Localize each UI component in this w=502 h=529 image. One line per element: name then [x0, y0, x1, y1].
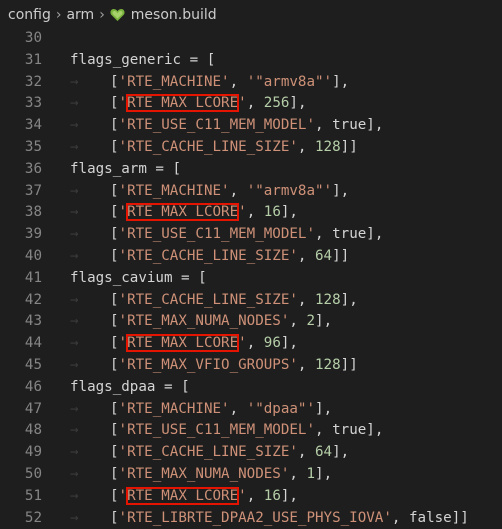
code-line[interactable]: 52 → ['RTE_LIBRTE_DPAA2_USE_PHYS_IOVA', fa… — [0, 508, 502, 529]
line-number: 43 — [24, 313, 42, 330]
line-number: 31 — [24, 51, 42, 68]
code-text: ['RTE_CACHE_LINE_SIZE', 128]] — [110, 138, 358, 155]
breadcrumb-file[interactable]: meson.build — [131, 7, 217, 23]
code-line[interactable]: 30 — [0, 28, 502, 50]
code-text: ['RTE_MAX_NUMA_NODES', 2], — [110, 313, 333, 330]
code-line[interactable]: 37 → ['RTE_MACHINE', '"armv8a"'], — [0, 181, 502, 203]
code-line[interactable]: 50 → ['RTE_MAX_NUMA_NODES', 1], — [0, 464, 502, 486]
tab-indent-icon: → — [70, 356, 79, 373]
tab-indent-icon: → — [70, 95, 79, 112]
code-line[interactable]: 47 → ['RTE_MACHINE', '"dpaa"'], — [0, 399, 502, 421]
code-line[interactable]: 34 → ['RTE_USE_C11_MEM_MODEL', true], — [0, 115, 502, 137]
code-text: flags_generic = [ — [70, 51, 216, 68]
code-line[interactable]: 46 flags_dpaa = [ — [0, 377, 502, 399]
code-text: ['RTE_MAX_VFIO_GROUPS', 128]] — [110, 356, 358, 373]
code-text: ['RTE_MACHINE', '"armv8a"'], — [110, 73, 350, 90]
line-number: 51 — [24, 487, 42, 504]
code-line[interactable]: 35 → ['RTE_CACHE_LINE_SIZE', 128]] — [0, 137, 502, 159]
line-number: 45 — [24, 356, 42, 373]
code-text: flags_cavium = [ — [70, 269, 207, 286]
tab-indent-icon: → — [70, 226, 79, 243]
tab-indent-icon: → — [70, 247, 79, 264]
line-number: 46 — [24, 378, 42, 395]
line-number: 38 — [24, 204, 42, 221]
line-number: 34 — [24, 117, 42, 134]
code-text: ['RTE_CACHE_LINE_SIZE', 128], — [110, 291, 358, 308]
tab-indent-icon: → — [70, 204, 79, 221]
tab-indent-icon: → — [70, 487, 79, 504]
line-number: 41 — [24, 269, 42, 286]
breadcrumb: config › arm › meson.build — [0, 0, 502, 30]
tab-indent-icon: → — [70, 444, 79, 461]
meson-heart-icon — [110, 8, 125, 22]
code-line[interactable]: 41 flags_cavium = [ — [0, 268, 502, 290]
tab-indent-icon: → — [70, 291, 79, 308]
code-text: flags_arm = [ — [70, 160, 182, 177]
line-number: 32 — [24, 73, 42, 90]
line-number: 35 — [24, 138, 42, 155]
tab-indent-icon: → — [70, 422, 79, 439]
line-number: 49 — [24, 444, 42, 461]
tab-indent-icon: → — [70, 138, 79, 155]
highlight-box: RTE_MAX_LCORE — [126, 203, 240, 222]
code-text: ['RTE_CACHE_LINE_SIZE', 64]] — [110, 247, 350, 264]
line-number: 37 — [24, 182, 42, 199]
code-text: ['RTE_MAX_LCORE', 16], — [110, 486, 298, 505]
tab-indent-icon: → — [70, 509, 79, 526]
code-line[interactable]: 38 → ['RTE_MAX_LCORE', 16], — [0, 202, 502, 224]
line-number: 36 — [24, 160, 42, 177]
code-line[interactable]: 39 → ['RTE_USE_C11_MEM_MODEL', true], — [0, 224, 502, 246]
code-line[interactable]: 44 → ['RTE_MAX_LCORE', 96], — [0, 333, 502, 355]
line-number: 30 — [24, 30, 42, 46]
code-line[interactable]: 49 → ['RTE_CACHE_LINE_SIZE', 64], — [0, 442, 502, 464]
code-line[interactable]: 45 → ['RTE_MAX_VFIO_GROUPS', 128]] — [0, 355, 502, 377]
code-line[interactable]: 43 → ['RTE_MAX_NUMA_NODES', 2], — [0, 311, 502, 333]
tab-indent-icon: → — [70, 117, 79, 134]
tab-indent-icon: → — [70, 400, 79, 417]
code-line[interactable]: 40 → ['RTE_CACHE_LINE_SIZE', 64]] — [0, 246, 502, 268]
tab-indent-icon: → — [70, 335, 79, 352]
breadcrumb-arm[interactable]: arm — [66, 7, 94, 23]
code-line[interactable]: 48 → ['RTE_USE_C11_MEM_MODEL', true], — [0, 420, 502, 442]
line-number: 47 — [24, 400, 42, 417]
code-text: ['RTE_USE_C11_MEM_MODEL', true], — [110, 226, 384, 243]
line-number: 40 — [24, 247, 42, 264]
code-text: ['RTE_CACHE_LINE_SIZE', 64], — [110, 444, 350, 461]
code-line[interactable]: 51 → ['RTE_MAX_LCORE', 16], — [0, 486, 502, 508]
code-text: ['RTE_MAX_LCORE', 256], — [110, 94, 307, 113]
code-text: ['RTE_LIBRTE_DPAA2_USE_PHYS_IOVA', false… — [110, 509, 469, 526]
code-line[interactable]: 32 → ['RTE_MACHINE', '"armv8a"'], — [0, 72, 502, 94]
code-text: ['RTE_USE_C11_MEM_MODEL', true], — [110, 422, 384, 439]
line-number: 52 — [24, 509, 42, 526]
line-number: 50 — [24, 465, 42, 482]
code-text: ['RTE_USE_C11_MEM_MODEL', true], — [110, 117, 384, 134]
tab-indent-icon: → — [70, 182, 79, 199]
highlight-box: RTE_MAX_LCORE — [126, 486, 240, 505]
highlight-box: RTE_MAX_LCORE — [126, 94, 240, 113]
line-number: 39 — [24, 226, 42, 243]
code-line[interactable]: 42 → ['RTE_CACHE_LINE_SIZE', 128], — [0, 290, 502, 312]
code-text: flags_dpaa = [ — [70, 378, 190, 395]
line-number: 33 — [24, 95, 42, 112]
code-text: ['RTE_MAX_LCORE', 96], — [110, 334, 298, 353]
chevron-right-icon: › — [99, 7, 105, 23]
code-text: ['RTE_MACHINE', '"dpaa"'], — [110, 400, 333, 417]
breadcrumb-config[interactable]: config — [8, 7, 51, 23]
tab-indent-icon: → — [70, 73, 79, 90]
line-number: 48 — [24, 422, 42, 439]
code-text: ['RTE_MACHINE', '"armv8a"'], — [110, 182, 350, 199]
code-line[interactable]: 33 → ['RTE_MAX_LCORE', 256], — [0, 93, 502, 115]
code-line[interactable]: 31 flags_generic = [ — [0, 50, 502, 72]
line-number: 42 — [24, 291, 42, 308]
line-number: 44 — [24, 335, 42, 352]
highlight-box: RTE_MAX_LCORE — [126, 334, 240, 353]
code-line[interactable]: 36 flags_arm = [ — [0, 159, 502, 181]
code-text: ['RTE_MAX_LCORE', 16], — [110, 203, 298, 222]
tab-indent-icon: → — [70, 465, 79, 482]
code-editor[interactable]: 30 31 flags_generic = [ 32 → ['RTE_MACHINE', … — [0, 28, 502, 528]
code-text: ['RTE_MAX_NUMA_NODES', 1], — [110, 465, 333, 482]
tab-indent-icon: → — [70, 313, 79, 330]
chevron-right-icon: › — [55, 7, 62, 23]
